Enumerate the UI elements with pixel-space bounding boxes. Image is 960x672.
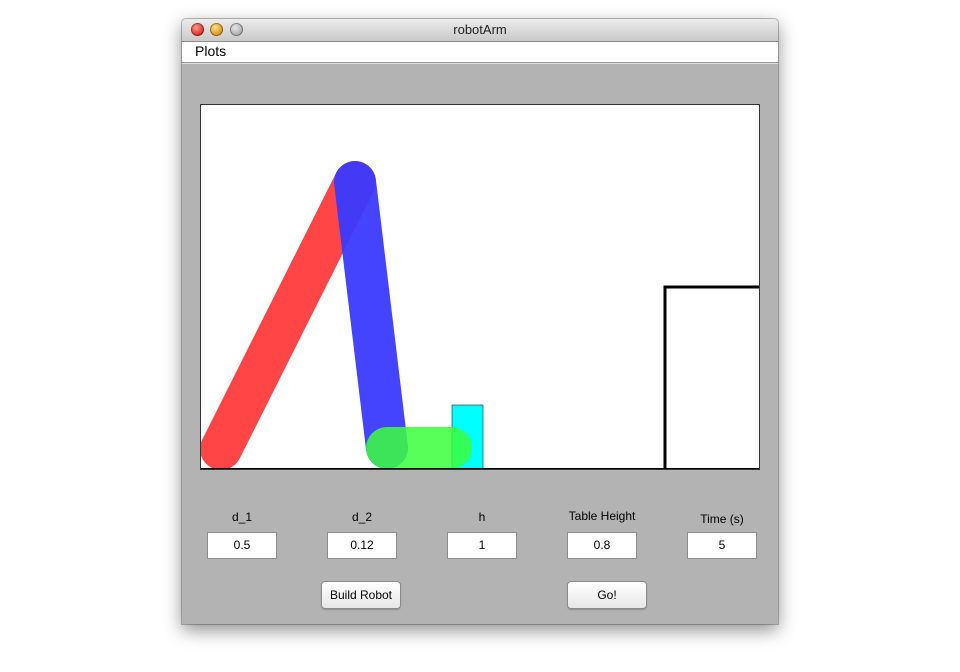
d1-field[interactable]: 0.5: [207, 532, 277, 559]
d1-label: d_1: [231, 510, 253, 524]
robotarm-window: robotArm Plots d_1 d_2 h Table Height Ti…: [182, 19, 778, 624]
menu-separator: [182, 63, 778, 64]
arm-link-2: [334, 161, 408, 469]
title-bar[interactable]: robotArm: [182, 19, 778, 42]
h-field[interactable]: 1: [447, 532, 517, 559]
build-robot-button[interactable]: Build Robot: [321, 581, 401, 609]
menu-plots[interactable]: Plots: [193, 43, 228, 59]
robot-plot-axes: [200, 104, 760, 470]
time-label: Time (s): [700, 512, 744, 526]
d2-field[interactable]: 0.12: [327, 532, 397, 559]
table-outline: [663, 285, 759, 469]
menu-bar: Plots: [182, 42, 778, 63]
window-title: robotArm: [453, 22, 507, 37]
table-height-label: Table Height: [568, 509, 636, 523]
table-height-field[interactable]: 0.8: [567, 532, 637, 559]
robot-arm-drawing: [201, 161, 759, 469]
arm-link-1: [201, 161, 376, 469]
h-label: h: [478, 510, 486, 524]
go-button[interactable]: Go!: [567, 581, 647, 609]
d2-label: d_2: [351, 510, 373, 524]
time-field[interactable]: 5: [687, 532, 757, 559]
